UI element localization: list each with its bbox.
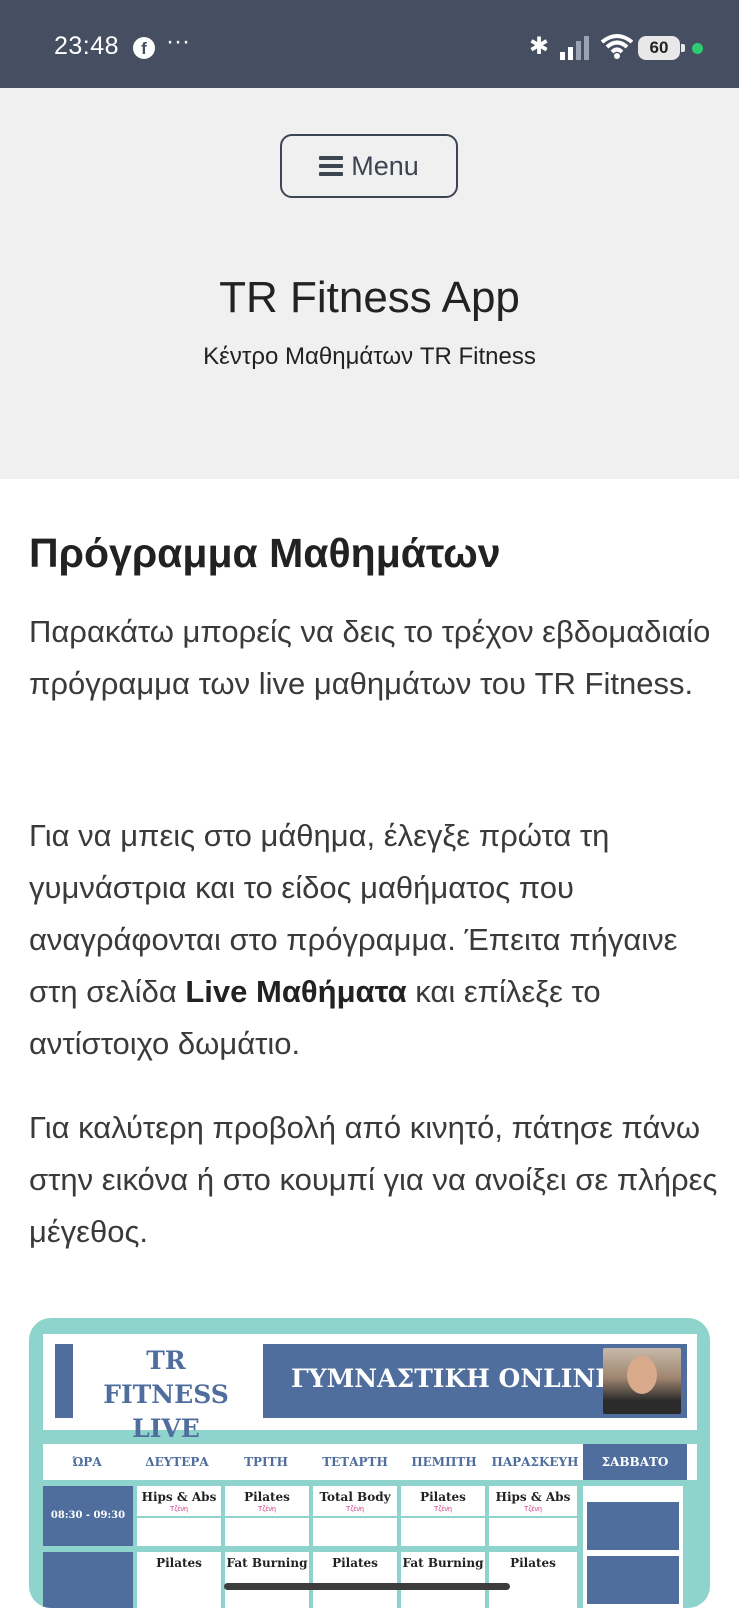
empty-cell [225,1518,309,1546]
time-slot: 08:30 - 09:30 [43,1486,133,1546]
day-header: ΏΡΑ [72,1455,102,1469]
schedule-accent-bar [55,1344,73,1418]
mobile-tip-paragraph: Για καλύτερη προβολή από κινητό, πάτησε … [29,1110,718,1249]
schedule-brand: TR FITNESS LIVE [81,1344,251,1446]
wifi-icon [600,34,634,59]
class-instructor: Τζένη [258,1506,276,1513]
day-header: ΤΡΙΤΗ [244,1455,288,1469]
class-title: Hips & Abs [141,1490,217,1504]
more-notifications-icon: ··· [166,28,190,55]
time-slot-label: 08:30 - 09:30 [50,1510,126,1521]
status-time: 23:48 [54,32,120,60]
menu-button[interactable]: Menu [280,134,458,198]
bluetooth-icon: ✱ [529,33,550,60]
class-cell: Hips & Abs Τζένη [137,1486,221,1516]
schedule-banner: ΓΥΜΝΑΣΤΙΚΗ ONLINE [263,1344,687,1418]
class-cell: Pilates Τζένη [225,1486,309,1516]
class-instructor: Τζένη [170,1506,188,1513]
menu-label: Menu [351,150,419,181]
home-indicator[interactable] [224,1583,510,1590]
schedule-days-row: ΏΡΑ ΔΕΥΤΕΡΑ ΤΡΙΤΗ ΤΕΤΑΡΤΗ ΠΕΜΠΤΗ ΠΑΡΑΣΚΕ… [43,1444,697,1480]
day-header: ΔΕΥΤΕΡΑ [145,1455,209,1469]
class-instructor: Τζένη [434,1506,452,1513]
class-title: Total Body [319,1490,391,1504]
class-instructor: Τζένη [524,1506,542,1513]
site-title[interactable]: TR Fitness App [0,273,739,323]
class-title: Pilates [420,1490,466,1504]
intro-paragraph: Παρακάτω μπορείς να δεις το τρέχον εβδομ… [29,614,711,701]
site-subtitle: Κέντρο Μαθημάτων TR Fitness [203,343,536,370]
saturday-slot [587,1556,679,1604]
schedule-header: TR FITNESS LIVE ΓΥΜΝΑΣΤΙΚΗ ONLINE [43,1334,697,1443]
schedule-image[interactable]: TR FITNESS LIVE ΓΥΜΝΑΣΤΙΚΗ ONLINE ΏΡΑ ΔΕ… [29,1318,710,1608]
empty-cell [489,1518,577,1546]
class-cell: Total Body Τζένη [313,1486,397,1516]
day-header: ΠΑΡΑΣΚΕΥΗ [491,1455,579,1469]
empty-cell [137,1518,221,1546]
class-title: Hips & Abs [495,1490,571,1504]
class-title: Pilates [510,1556,556,1570]
class-title: Pilates [244,1490,290,1504]
privacy-dot [692,43,703,54]
class-title: Pilates [332,1556,378,1570]
site-header: Menu TR Fitness App Κέντρο Μαθημάτων TR … [0,88,739,479]
instructor-photo [603,1348,681,1414]
schedule-brand-line1: TR FITNESS [103,1346,229,1409]
facebook-icon: f [133,37,155,59]
page-title: Πρόγραμμα Μαθημάτων [29,530,501,576]
hamburger-icon [319,156,344,176]
schedule-banner-text: ΓΥΜΝΑΣΤΙΚΗ ONLINE [291,1364,615,1393]
day-header: ΠΕΜΠΤΗ [411,1455,477,1469]
live-lessons-link[interactable]: Live Μαθήματα [185,974,406,1009]
empty-cell [401,1518,485,1546]
class-title: Pilates [156,1556,202,1570]
schedule-brand-line2: LIVE [132,1414,200,1443]
saturday-slot [587,1502,679,1550]
instructions-paragraph: Για να μπεις στο μάθημα, έλεγξε πρώτα τη… [29,810,719,1070]
class-title: Fat Burning [226,1556,308,1570]
day-header-saturday: ΣΑΒΒΑΤΟ [583,1444,687,1480]
class-cell: Hips & Abs Τζένη [489,1486,577,1516]
class-cell: Pilates Τζένη [401,1486,485,1516]
class-title: Fat Burning [402,1556,484,1570]
day-header: ΤΕΤΑΡΤΗ [322,1455,388,1469]
saturday-column [583,1486,683,1608]
battery-icon: 60 [638,36,685,60]
empty-cell [313,1518,397,1546]
status-bar: 23:48 f ··· ✱ 60 [0,0,739,88]
class-instructor: Τζένη [346,1506,364,1513]
signal-icon [560,36,589,60]
